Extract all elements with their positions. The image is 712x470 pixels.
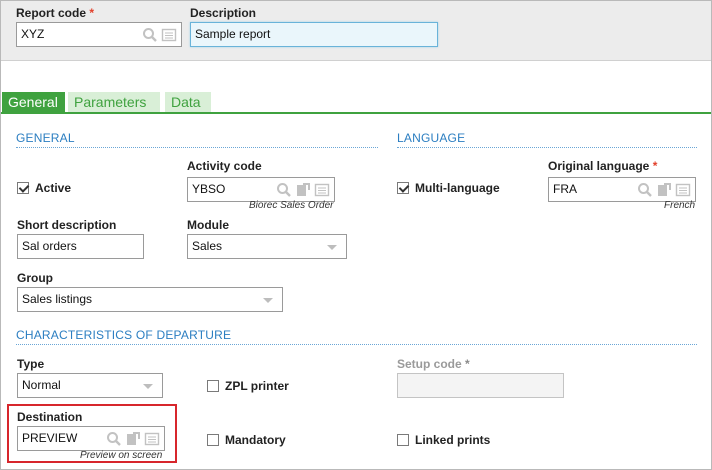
list-icon[interactable] (675, 182, 691, 198)
description-field[interactable]: Sample report (190, 22, 438, 47)
active-checkbox[interactable]: Active (17, 181, 71, 195)
activity-code-description: Biorec Sales Order (249, 200, 334, 211)
zpl-printer-checkbox[interactable]: ZPL printer (207, 379, 289, 393)
active-label: Active (35, 181, 72, 195)
module-label: Module (187, 218, 229, 232)
chevron-down-icon[interactable] (143, 384, 153, 389)
zpl-printer-label: ZPL printer (225, 379, 289, 393)
short-description-label: Short description (17, 218, 117, 232)
group-select[interactable]: Sales listings (17, 287, 283, 312)
tabs-underline (1, 112, 711, 114)
setup-code-label: Setup code * (397, 357, 470, 371)
activity-code-value: YBSO (192, 182, 226, 196)
mandatory-check-box[interactable] (207, 434, 219, 446)
original-language-field[interactable]: FRA (548, 177, 696, 202)
linked-prints-check-box[interactable] (397, 434, 409, 446)
list-icon[interactable] (314, 182, 330, 198)
activity-code-label: Activity code (187, 159, 262, 173)
original-language-label: Original language * (548, 159, 658, 173)
type-value: Normal (22, 378, 61, 392)
search-icon[interactable] (637, 182, 653, 198)
multi-language-label: Multi-language (415, 181, 500, 195)
section-departure-divider (16, 344, 697, 345)
zpl-printer-check-box[interactable] (207, 380, 219, 392)
section-general-divider (16, 147, 378, 148)
report-code-field[interactable]: XYZ (16, 22, 182, 47)
active-check-box[interactable] (17, 182, 29, 194)
original-language-description: French (664, 200, 696, 211)
destination-highlight-box (7, 404, 177, 463)
type-label: Type (17, 357, 45, 371)
module-value: Sales (192, 239, 223, 253)
section-language-divider (397, 147, 697, 148)
description-label: Description (190, 6, 257, 20)
goto-icon[interactable] (656, 182, 672, 198)
report-code-label: Report code * (16, 6, 95, 20)
goto-icon[interactable] (295, 182, 311, 198)
group-label: Group (17, 271, 53, 285)
module-select[interactable]: Sales (187, 234, 347, 259)
activity-code-field[interactable]: YBSO (187, 177, 335, 202)
original-language-value: FRA (553, 182, 577, 196)
setup-code-field[interactable] (397, 373, 564, 398)
section-departure-title: CHARACTERISTICS OF DEPARTURE (16, 328, 232, 342)
mandatory-label: Mandatory (225, 433, 286, 447)
search-icon[interactable] (142, 27, 158, 43)
tab-data[interactable]: Data (165, 92, 211, 113)
tab-parameters[interactable]: Parameters (68, 92, 160, 113)
linked-prints-checkbox[interactable]: Linked prints (397, 433, 490, 447)
short-description-value: Sal orders (22, 239, 77, 253)
list-icon[interactable] (161, 27, 177, 43)
short-description-field[interactable]: Sal orders (17, 234, 144, 259)
multi-language-checkbox[interactable]: Multi-language (397, 181, 500, 195)
section-general-title: GENERAL (16, 131, 75, 145)
search-icon[interactable] (276, 182, 292, 198)
report-code-value: XYZ (21, 27, 45, 41)
multi-language-check-box[interactable] (397, 182, 409, 194)
chevron-down-icon[interactable] (327, 245, 337, 250)
type-select[interactable]: Normal (17, 373, 163, 398)
group-value: Sales listings (22, 292, 93, 306)
linked-prints-label: Linked prints (415, 433, 491, 447)
chevron-down-icon[interactable] (263, 298, 273, 303)
description-value: Sample report (195, 27, 271, 41)
section-language-title: LANGUAGE (397, 131, 466, 145)
mandatory-checkbox[interactable]: Mandatory (207, 433, 286, 447)
tab-general[interactable]: General (2, 92, 65, 113)
